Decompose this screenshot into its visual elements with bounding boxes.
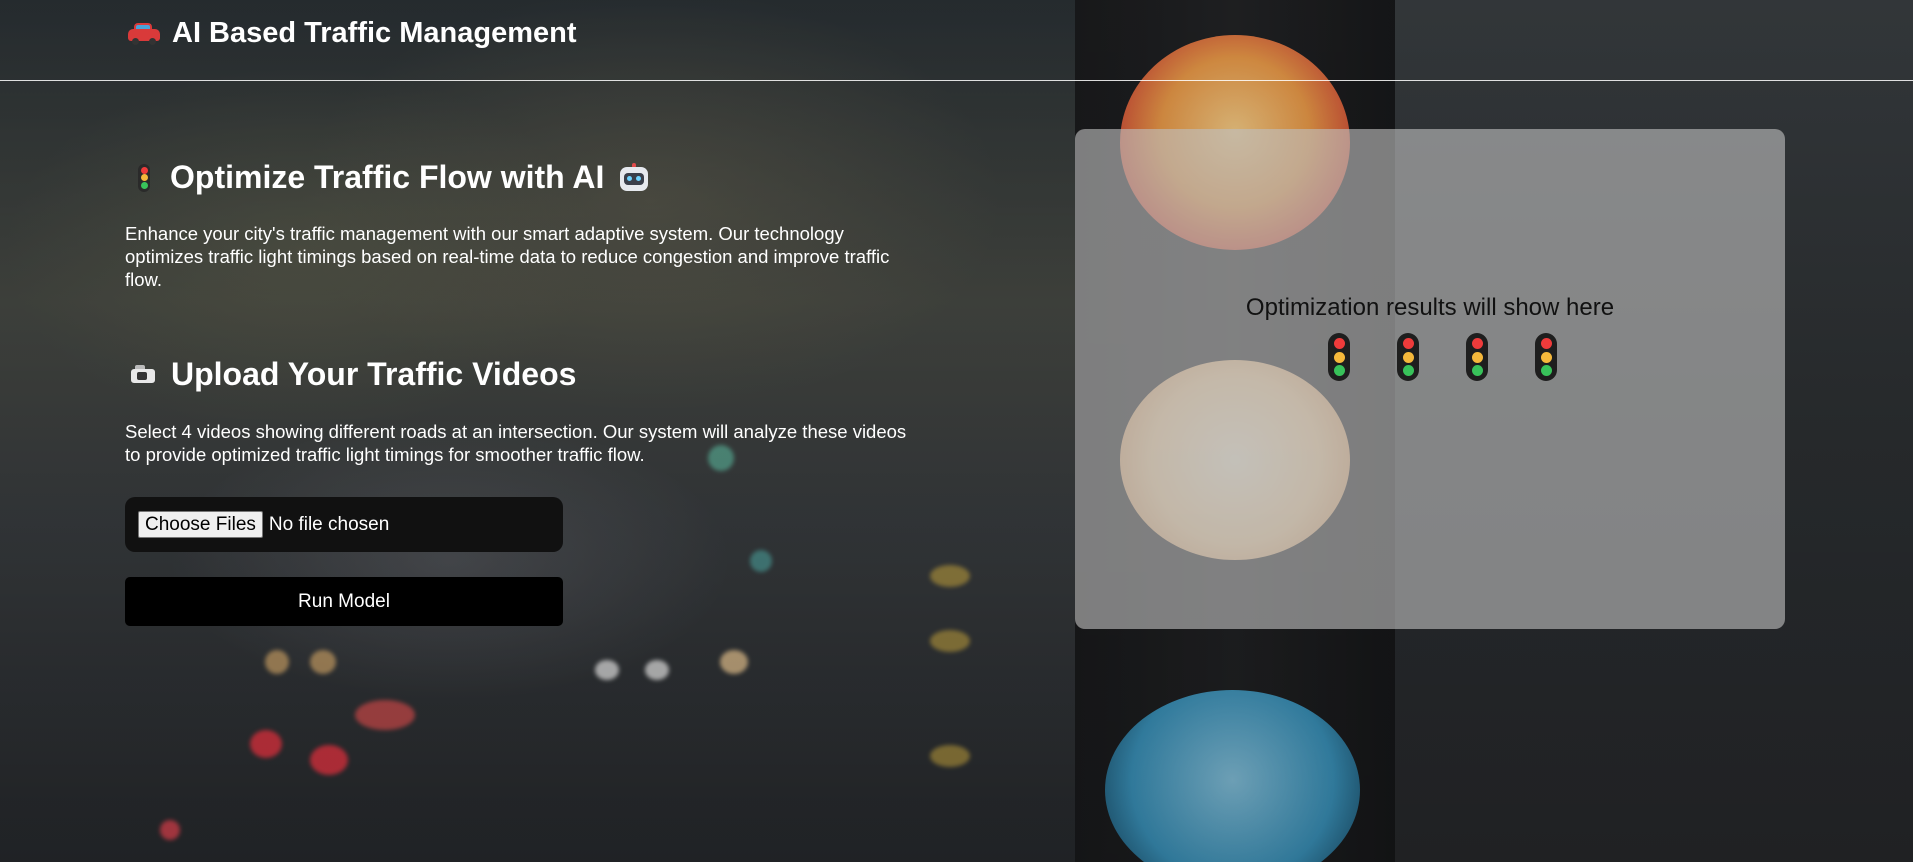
intro-heading: Optimize Traffic Flow with AI: [138, 159, 650, 196]
signal-icons: [1328, 333, 1557, 381]
car-icon: [128, 22, 160, 45]
upload-description: Select 4 videos showing different roads …: [125, 421, 907, 465]
traffic-light-icon: [1328, 333, 1350, 381]
traffic-light-icon: [1397, 333, 1419, 381]
upload-heading-text: Upload Your Traffic Videos: [171, 356, 577, 392]
camera-icon: [131, 364, 157, 385]
run-model-button[interactable]: Run Model: [125, 577, 563, 626]
page-title-text: AI Based Traffic Management: [172, 17, 577, 49]
traffic-light-icon: [1466, 333, 1488, 381]
file-upload-field[interactable]: Choose Files No file chosen: [125, 497, 563, 552]
intro-heading-text: Optimize Traffic Flow with AI: [170, 159, 605, 195]
results-panel: Optimization results will show here: [1075, 129, 1785, 629]
file-status-text: No file chosen: [268, 513, 390, 535]
header: AI Based Traffic Management: [0, 0, 1913, 81]
choose-files-button[interactable]: Choose Files: [138, 511, 263, 538]
traffic-light-icon: [1535, 333, 1557, 381]
results-placeholder: Optimization results will show here: [1245, 294, 1615, 321]
robot-icon: [618, 162, 650, 193]
traffic-light-icon: [138, 163, 150, 192]
page-title: AI Based Traffic Management: [128, 17, 577, 50]
intro-description: Enhance your city's traffic management w…: [125, 223, 890, 290]
upload-heading: Upload Your Traffic Videos: [131, 356, 576, 393]
